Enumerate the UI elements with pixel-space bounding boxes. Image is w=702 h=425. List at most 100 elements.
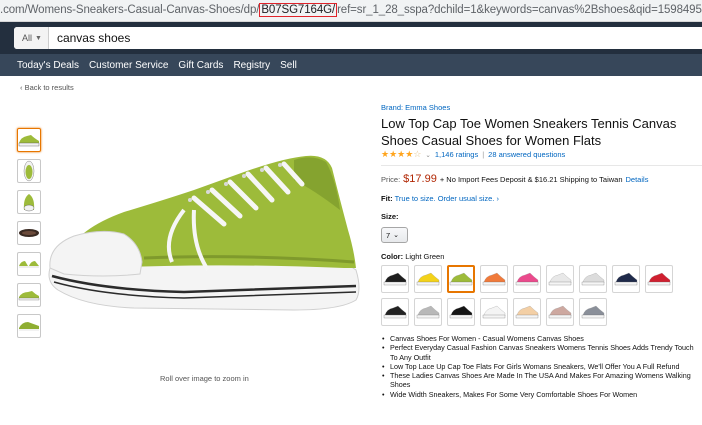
- search-input[interactable]: canvas shoes: [49, 31, 130, 45]
- shoe-swatch-icon: [416, 305, 440, 319]
- chevron-right-icon[interactable]: ›: [496, 194, 499, 203]
- search-bar: All ▼ canvas shoes: [14, 27, 702, 49]
- shoe-swatch-icon: [449, 305, 473, 319]
- color-swatch-5[interactable]: [513, 265, 541, 293]
- details-link[interactable]: Details: [626, 175, 649, 184]
- feature-bullet: Wide Width Sneakers, Makes For Some Very…: [381, 390, 702, 400]
- color-swatch-15[interactable]: [546, 298, 574, 326]
- color-swatch-16[interactable]: [579, 298, 607, 326]
- nav-link-customer-service[interactable]: Customer Service: [89, 60, 168, 71]
- divider: [381, 165, 702, 166]
- color-swatch-9[interactable]: [645, 265, 673, 293]
- department-label: All: [22, 33, 33, 43]
- fit-value-link[interactable]: True to size. Order usual size.: [395, 194, 495, 203]
- color-selected-value: Light Green: [405, 252, 445, 261]
- shoe-thumbnail-icon: [19, 229, 39, 237]
- star-rating[interactable]: ★ ★ ★ ★ ☆: [381, 150, 421, 159]
- star-full-icon: ★: [397, 149, 406, 159]
- shoe-swatch-icon: [614, 272, 638, 286]
- answered-questions-link[interactable]: 28 answered questions: [488, 150, 565, 159]
- shoe-swatch-icon: [482, 305, 506, 319]
- price-row: Price: $17.99 + No Import Fees Deposit &…: [381, 173, 702, 185]
- shoe-thumbnail-icon: [19, 322, 39, 331]
- nav-link-registry[interactable]: Registry: [233, 60, 270, 71]
- fit-row: Fit: True to size. Order usual size. ›: [381, 194, 702, 203]
- star-full-icon: ★: [389, 149, 398, 159]
- rating-row: ★ ★ ★ ★ ☆ ⌄ 1,146 ratings | 28 answered …: [381, 150, 702, 160]
- thumbnail-side-view[interactable]: [17, 128, 41, 152]
- star-full-icon: ★: [381, 149, 390, 159]
- color-swatch-1[interactable]: [381, 265, 409, 293]
- shipping-info: + No Import Fees Deposit & $16.21 Shippi…: [439, 175, 623, 184]
- shoe-swatch-icon: [548, 305, 572, 319]
- color-swatch-grid: [381, 265, 702, 326]
- nav-link-gift-cards[interactable]: Gift Cards: [178, 60, 223, 71]
- brand-link[interactable]: Brand: Emma Shoes: [381, 103, 702, 112]
- shoe-thumbnail-icon: [19, 261, 39, 268]
- thumbnail-back-view[interactable]: [17, 314, 41, 338]
- color-swatch-12[interactable]: [447, 298, 475, 326]
- size-dropdown[interactable]: 7 ⌄: [381, 227, 408, 243]
- thumbnail-front-view[interactable]: [17, 190, 41, 214]
- green-canvas-sneaker-image: [48, 155, 360, 311]
- chevron-down-icon: ⌄: [393, 232, 400, 239]
- nav-link-sell[interactable]: Sell: [280, 60, 297, 71]
- sub-navigation: Today's Deals Customer Service Gift Card…: [0, 54, 702, 76]
- ratings-count-link[interactable]: 1,146 ratings: [435, 150, 478, 159]
- star-full-icon: ★: [405, 149, 414, 159]
- color-swatch-14[interactable]: [513, 298, 541, 326]
- url-asin-highlight: B07SG7164G/: [259, 3, 338, 17]
- chevron-down-icon[interactable]: ⌄: [425, 151, 430, 159]
- shoe-thumbnail-icon: [18, 135, 40, 147]
- color-swatch-7[interactable]: [579, 265, 607, 293]
- shoe-thumbnail-icon: [23, 194, 35, 212]
- color-row: Color: Light Green: [381, 252, 702, 261]
- shoe-swatch-icon: [482, 272, 506, 286]
- nav-link-todays-deals[interactable]: Today's Deals: [17, 60, 79, 71]
- url-suffix: ref=sr_1_28_sspa?dchild=1&keywords=canva…: [337, 4, 702, 16]
- thumbnail-strip: [17, 128, 43, 345]
- feature-bullet: These Ladies Canvas Shoes Are Made In Th…: [381, 371, 702, 390]
- product-title: Low Top Cap Toe Women Sneakers Tennis Ca…: [381, 116, 677, 148]
- thumbnail-side-angle[interactable]: [17, 283, 41, 307]
- color-swatch-4[interactable]: [480, 265, 508, 293]
- department-dropdown[interactable]: All ▼: [14, 27, 49, 49]
- url-text[interactable]: .com/Womens-Sneakers-Casual-Canvas-Shoes…: [0, 3, 702, 17]
- color-swatch-8[interactable]: [612, 265, 640, 293]
- color-label: Color:: [381, 252, 404, 261]
- color-swatch-10[interactable]: [381, 298, 409, 326]
- shoe-swatch-icon: [416, 272, 440, 286]
- main-product-image[interactable]: [44, 150, 362, 320]
- shoe-swatch-icon: [383, 305, 407, 319]
- shoe-swatch-icon: [515, 305, 539, 319]
- shoe-swatch-icon: [515, 272, 539, 286]
- thumbnail-pair-view[interactable]: [17, 252, 41, 276]
- shoe-swatch-icon: [581, 305, 605, 319]
- shoe-thumbnail-icon: [23, 160, 35, 182]
- color-swatch-2[interactable]: [414, 265, 442, 293]
- zoom-hint-text: Roll over image to zoom in: [160, 374, 249, 383]
- star-empty-icon: ☆: [413, 149, 422, 159]
- fit-label: Fit:: [381, 194, 393, 203]
- size-label: Size:: [381, 212, 399, 221]
- separator: |: [482, 150, 485, 159]
- thumbnail-top-view[interactable]: [17, 159, 41, 183]
- shoe-swatch-icon: [581, 272, 605, 286]
- browser-address-bar[interactable]: .com/Womens-Sneakers-Casual-Canvas-Shoes…: [0, 0, 702, 22]
- shoe-swatch-icon: [449, 272, 473, 286]
- chevron-down-icon: ▼: [35, 34, 42, 42]
- feature-bullets: Canvas Shoes For Women - Casual Womens C…: [381, 334, 702, 399]
- price-value: $17.99: [403, 173, 437, 185]
- back-to-results-link[interactable]: ‹ Back to results: [20, 83, 74, 92]
- color-swatch-13[interactable]: [480, 298, 508, 326]
- color-swatch-3[interactable]: [447, 265, 475, 293]
- shoe-thumbnail-icon: [18, 291, 40, 301]
- feature-bullet: Canvas Shoes For Women - Casual Womens C…: [381, 334, 702, 344]
- price-label: Price:: [381, 175, 401, 184]
- color-swatch-6[interactable]: [546, 265, 574, 293]
- shoe-swatch-icon: [647, 272, 671, 286]
- feature-bullet: Low Top Lace Up Cap Toe Flats For Girls …: [381, 362, 702, 372]
- feature-bullet: Perfect Everyday Casual Fashion Canvas S…: [381, 343, 702, 362]
- color-swatch-11[interactable]: [414, 298, 442, 326]
- thumbnail-sole-view[interactable]: [17, 221, 41, 245]
